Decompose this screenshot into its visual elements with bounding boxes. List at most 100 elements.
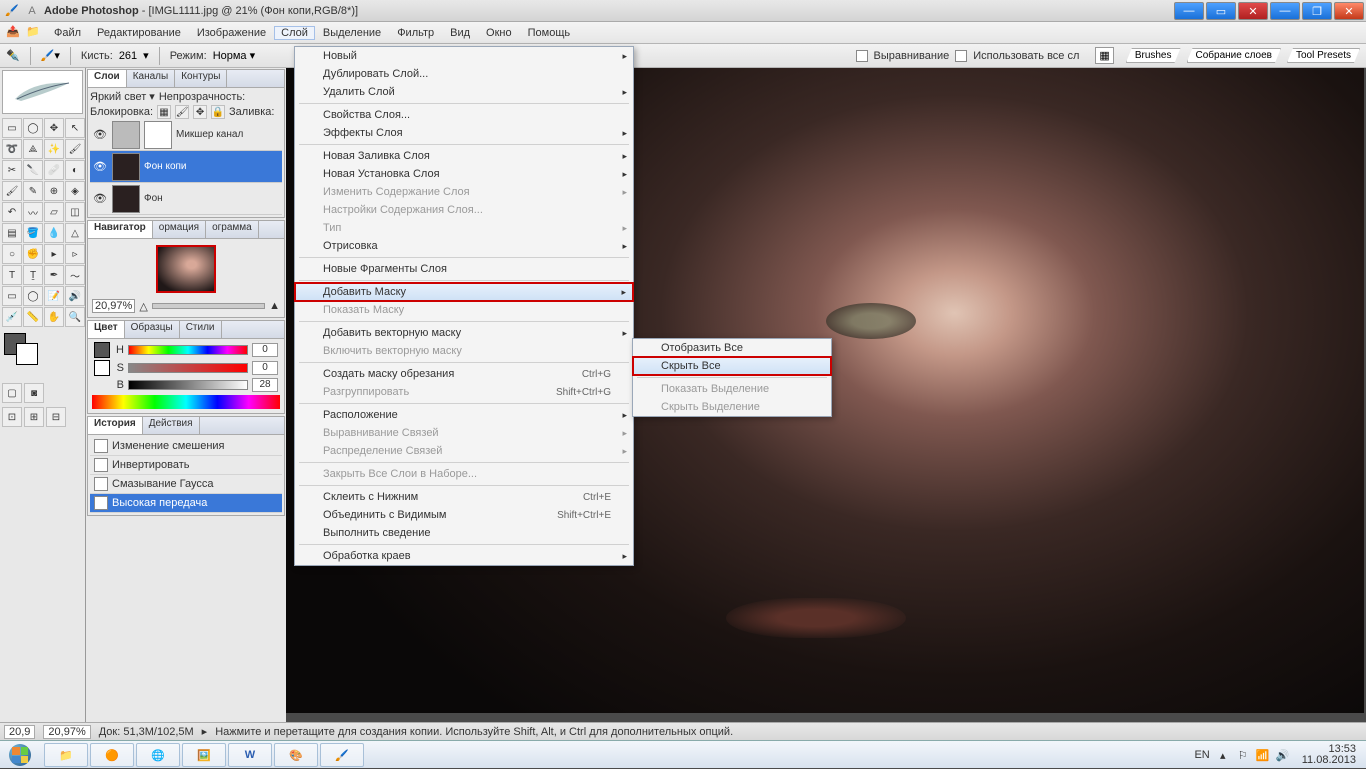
sharpen-tool[interactable]: △	[65, 223, 85, 243]
measure-tool[interactable]: 📏	[23, 307, 43, 327]
history-row[interactable]: Высокая передача	[90, 494, 282, 513]
menu-item[interactable]: Выполнить сведение	[295, 524, 633, 542]
slice-tool[interactable]: 🔪	[23, 160, 43, 180]
lock-pos-icon[interactable]: ✥	[193, 105, 207, 119]
menu-item[interactable]: Отобразить Все	[633, 339, 831, 357]
h-slider[interactable]	[128, 345, 248, 355]
history-brush-tool[interactable]: ↶	[2, 202, 22, 222]
menu-item[interactable]: Объединить с ВидимымShift+Ctrl+E	[295, 506, 633, 524]
brush-tool[interactable]: 🖌	[2, 181, 22, 201]
brush-size-value[interactable]: 261	[119, 50, 137, 62]
menu-item[interactable]: Скрыть Все	[633, 357, 831, 375]
burn-tool[interactable]: ✊	[23, 244, 43, 264]
menu-filter[interactable]: Фильтр	[389, 25, 442, 41]
history-row[interactable]: Инвертировать	[90, 456, 282, 475]
marquee-ellipse-tool[interactable]: ◯	[23, 118, 43, 138]
gradient-tool[interactable]: ▤	[2, 223, 22, 243]
tray-network-icon[interactable]: 📶	[1256, 748, 1270, 762]
task-explorer[interactable]: 📁	[44, 743, 88, 767]
tab-brushes[interactable]: Brushes	[1126, 48, 1181, 63]
tab-styles[interactable]: Стили	[180, 321, 222, 338]
zoom-in-icon[interactable]: ▲	[269, 300, 280, 312]
start-button[interactable]	[0, 741, 40, 769]
rectangle-tool[interactable]: ▭	[2, 286, 22, 306]
ellipse-tool[interactable]: ◯	[23, 286, 43, 306]
patch-tool[interactable]: ◐	[65, 160, 85, 180]
tray-chevron-up-icon[interactable]: ▴	[1216, 748, 1230, 762]
b-value[interactable]: 28	[252, 378, 278, 392]
menu-item[interactable]: Новый	[295, 47, 633, 65]
visibility-eye-icon[interactable]: 👁	[92, 191, 108, 207]
background-swatch[interactable]	[16, 343, 38, 365]
menu-item[interactable]: Свойства Слоя...	[295, 106, 633, 124]
dodge-tool[interactable]: ○	[2, 244, 22, 264]
menu-window[interactable]: Окно	[478, 25, 520, 41]
menu-item[interactable]: Обработка краев	[295, 547, 633, 565]
layer-row[interactable]: 👁 Фон копи	[90, 151, 282, 183]
audio-tool[interactable]: 🔊	[65, 286, 85, 306]
menu-item[interactable]: Добавить Маску	[295, 283, 633, 301]
tray-flag-icon[interactable]: ⚐	[1236, 748, 1250, 762]
history-row[interactable]: Изменение смешения	[90, 437, 282, 456]
nav-zoom-readout[interactable]: 20,97%	[92, 299, 135, 313]
path-select-tool[interactable]: ▸	[44, 244, 64, 264]
tab-color[interactable]: Цвет	[88, 321, 125, 338]
zoom-out-icon[interactable]: △	[139, 300, 147, 313]
crop-tool[interactable]: ✂	[2, 160, 22, 180]
pattern-stamp-tool[interactable]: ◈	[65, 181, 85, 201]
menu-item[interactable]: Расположение	[295, 406, 633, 424]
menu-file[interactable]: Файл	[46, 25, 89, 41]
task-mediaplayer[interactable]: 🟠	[90, 743, 134, 767]
blend-mode-dropdown[interactable]: Яркий свет ▾	[90, 90, 155, 103]
menu-item[interactable]: Удалить Слой	[295, 83, 633, 101]
quickmask-on[interactable]: ◙	[24, 383, 44, 403]
hand-tool[interactable]: ✋	[44, 307, 64, 327]
visibility-eye-icon[interactable]: 👁	[92, 127, 108, 143]
palette-well-icon[interactable]: ▦	[1095, 47, 1113, 64]
s-slider[interactable]	[128, 363, 248, 373]
menu-item[interactable]: Создать маску обрезанияCtrl+G	[295, 365, 633, 383]
type-mask-tool[interactable]: Ṯ	[23, 265, 43, 285]
move-tool[interactable]: ✥	[44, 118, 64, 138]
layer-mask-thumb[interactable]	[144, 121, 172, 149]
useall-checkbox[interactable]	[955, 50, 967, 62]
quick-select-tool[interactable]: 🖌	[65, 139, 85, 159]
zoom-tool[interactable]: 🔍	[65, 307, 85, 327]
screenmode-std[interactable]: ⊡	[2, 407, 22, 427]
menu-item[interactable]: Добавить векторную маску	[295, 324, 633, 342]
color-fg-swatch[interactable]	[94, 342, 110, 358]
sb-arrow-icon[interactable]: ▸	[202, 725, 208, 738]
tab-layers[interactable]: Слои	[88, 70, 127, 87]
layer-thumb[interactable]	[112, 185, 140, 213]
mode-dropdown[interactable]: Норма ▾	[213, 49, 255, 62]
tab-swatches[interactable]: Образцы	[125, 321, 180, 338]
sb-zoom2[interactable]: 20,97%	[43, 725, 90, 739]
blur-tool[interactable]: 💧	[44, 223, 64, 243]
s-value[interactable]: 0	[252, 361, 278, 375]
wand-tool[interactable]: ✨	[44, 139, 64, 159]
lock-trans-icon[interactable]: ▦	[157, 105, 171, 119]
outer-minimize-button[interactable]: —	[1270, 2, 1300, 20]
bucket-tool[interactable]: 🪣	[23, 223, 43, 243]
menu-item[interactable]: Новая Установка Слоя	[295, 165, 633, 183]
navigator-preview[interactable]	[156, 245, 216, 293]
task-word[interactable]: W	[228, 743, 272, 767]
brush-size-caret[interactable]: ▾	[143, 49, 149, 62]
eraser-tool[interactable]: ▱	[44, 202, 64, 222]
b-slider[interactable]	[128, 380, 248, 390]
menu-item[interactable]: Новые Фрагменты Слоя	[295, 260, 633, 278]
lock-pixels-icon[interactable]: 🖌	[175, 105, 189, 119]
folder-icon[interactable]: 📁	[26, 25, 42, 41]
stamp-tool[interactable]: ⊕	[44, 181, 64, 201]
pencil-tool[interactable]: ✎	[23, 181, 43, 201]
eyedropper-tool[interactable]: 💉	[2, 307, 22, 327]
poly-lasso-tool[interactable]: ⟁	[23, 139, 43, 159]
layer-thumb[interactable]	[112, 153, 140, 181]
visibility-eye-icon[interactable]: 👁	[92, 159, 108, 175]
task-photos[interactable]: 🖼️	[182, 743, 226, 767]
tab-info[interactable]: ормация	[153, 221, 206, 238]
maximize-button[interactable]: ▭	[1206, 2, 1236, 20]
color-bg-swatch[interactable]	[94, 360, 110, 376]
tab-histogram[interactable]: ограмма	[206, 221, 259, 238]
menu-view[interactable]: Вид	[442, 25, 478, 41]
